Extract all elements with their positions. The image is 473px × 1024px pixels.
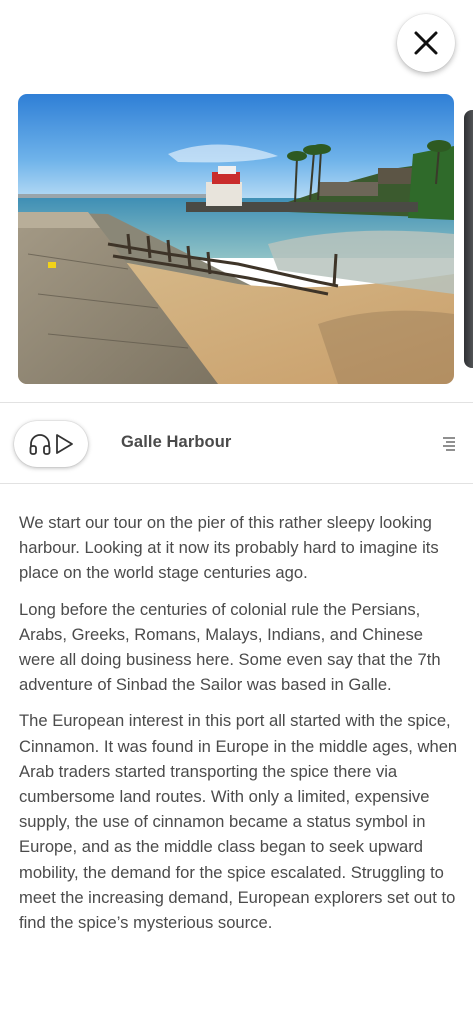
- tour-stop-screen: Galle Harbour We start our tour on the p…: [0, 0, 473, 1024]
- close-icon: [414, 31, 438, 55]
- play-icon: [56, 434, 73, 454]
- play-audio-button[interactable]: [14, 421, 88, 467]
- photo-carousel[interactable]: [0, 92, 473, 386]
- audio-player-bar: Galle Harbour: [0, 403, 473, 483]
- close-button[interactable]: [397, 14, 455, 72]
- divider: [0, 483, 473, 484]
- article-paragraph: We start our tour on the pier of this ra…: [19, 513, 439, 583]
- stop-title: Galle Harbour: [121, 433, 232, 451]
- headphones-icon: [29, 434, 51, 455]
- article-paragraph: Long before the centuries of colonial ru…: [19, 599, 441, 695]
- next-photo-preview[interactable]: [464, 110, 473, 368]
- article-body: We start our tour on the pier of this ra…: [19, 510, 459, 946]
- text-align-right-icon[interactable]: [441, 437, 457, 451]
- harbour-photo: [18, 94, 454, 384]
- article-paragraph: The European interest in this port all s…: [19, 711, 458, 933]
